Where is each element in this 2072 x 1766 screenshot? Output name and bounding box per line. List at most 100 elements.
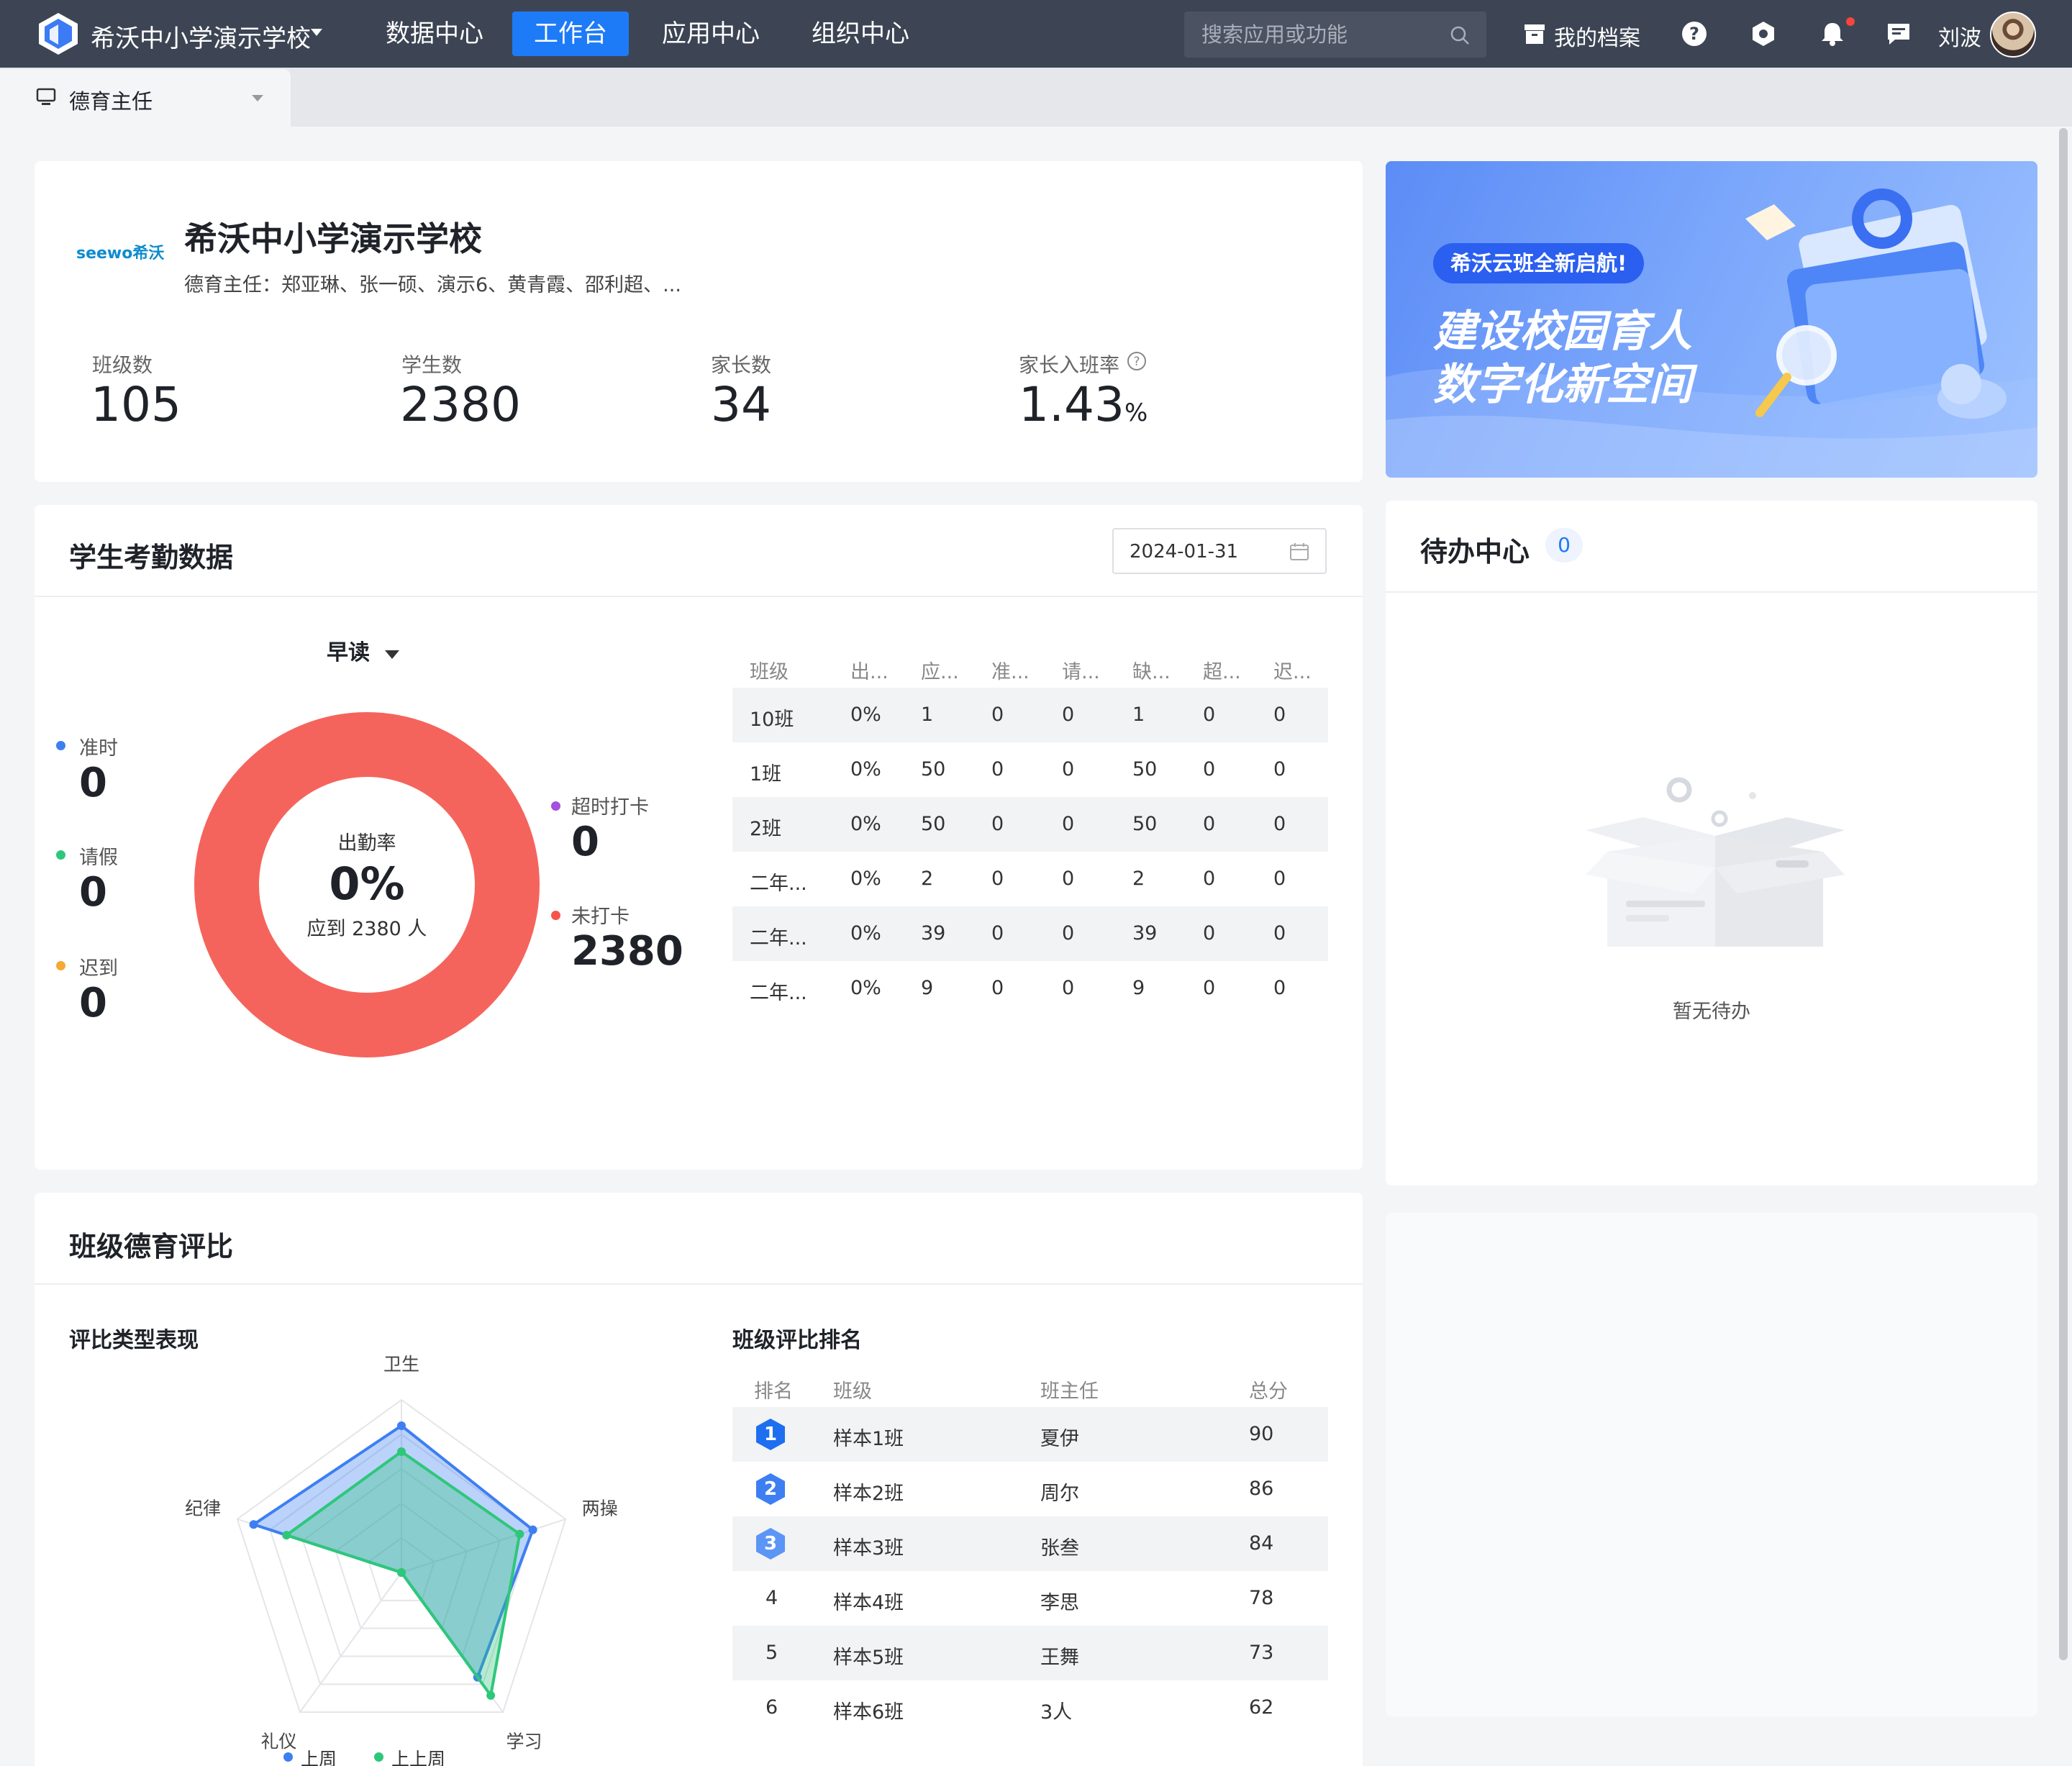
radar-axis-label: 卫生 <box>383 1354 419 1375</box>
table-cell: 0 <box>1203 922 1216 945</box>
table-cell: 0 <box>991 704 1004 726</box>
th-late[interactable]: 迟... <box>1273 656 1312 684</box>
th-attendance-rate[interactable]: 出... <box>850 656 889 684</box>
empty-box-illustration <box>1586 777 1845 947</box>
th-leave[interactable]: 请... <box>1062 656 1100 684</box>
table-cell-class: 2班 <box>750 818 782 840</box>
empty-text: 暂无待办 <box>1673 1001 1750 1023</box>
message-icon[interactable] <box>1885 20 1912 47</box>
rank-number: 6 <box>765 1696 778 1719</box>
svg-text:?: ? <box>1689 24 1699 44</box>
settings-icon[interactable] <box>1750 20 1777 47</box>
nav-org-center[interactable]: 组织中心 <box>790 12 931 56</box>
radar-point <box>397 1568 406 1577</box>
divider <box>35 1283 1363 1285</box>
stat-value-students: 2380 <box>400 377 521 432</box>
divider <box>1386 591 2037 593</box>
staff-list: 德育主任：郑亚琳、张一硕、演示6、黄青霞、邵利超、... <box>184 274 681 296</box>
rank-class: 样本1班 <box>833 1428 904 1450</box>
notification-bell-icon[interactable] <box>1819 20 1846 47</box>
table-cell-class: 二年... <box>750 982 807 1004</box>
table-header: 班级 出... 应... 准... 请... 缺... 超... 迟... <box>732 646 1328 688</box>
radar-axis-label: 学习 <box>506 1731 542 1752</box>
table-cell: 0 <box>1062 922 1075 945</box>
table-cell: 0% <box>850 868 881 890</box>
rank-score: 62 <box>1249 1696 1274 1719</box>
folder-illustration <box>1745 188 2007 419</box>
table-cell: 2 <box>1132 868 1145 890</box>
th-head-teacher: 班主任 <box>1040 1380 1099 1403</box>
ranking-table: 排名 班级 班主任 总分 1 样本1班 夏伊 90 2 样本2班 周尔 86 3 样本3班 张叁 84… <box>732 1362 1328 1766</box>
th-overtime[interactable]: 超... <box>1203 656 1241 684</box>
school-switcher[interactable]: 希沃中小学演示学校 <box>91 19 311 54</box>
monitor-icon <box>36 88 56 105</box>
table-cell: 0% <box>850 813 881 835</box>
search-input[interactable] <box>1201 12 1446 58</box>
banner-headline-2: 数字化新空间 <box>1433 360 1692 410</box>
rank-medal-icon: 2 <box>754 1473 787 1506</box>
nav-data-center[interactable]: 数据中心 <box>364 12 505 56</box>
chevron-down-icon[interactable] <box>252 95 263 101</box>
period-selector[interactable]: 早读 <box>327 634 399 666</box>
legend-label-last-week[interactable]: 上周 <box>301 1745 337 1766</box>
nav-app-center[interactable]: 应用中心 <box>640 12 781 56</box>
app-logo-icon[interactable] <box>36 12 81 56</box>
rank-teacher: 夏伊 <box>1040 1428 1079 1450</box>
date-picker[interactable]: 2024-01-31 <box>1112 528 1327 574</box>
th-expected[interactable]: 应... <box>921 656 959 684</box>
help-circle-icon[interactable]: ? <box>1127 351 1147 371</box>
th-absent[interactable]: 缺... <box>1132 656 1171 684</box>
nav-workbench[interactable]: 工作台 <box>512 12 629 56</box>
table-cell: 0 <box>991 977 1004 999</box>
profile-archive-icon[interactable] <box>1522 22 1547 46</box>
role-label: 德育主任 <box>69 89 153 114</box>
table-cell: 0 <box>1273 868 1286 890</box>
donut-rate: 0% <box>329 857 405 910</box>
table-cell: 0 <box>991 868 1004 890</box>
banner-tag: 希沃云班全新启航! <box>1433 243 1645 283</box>
rank-teacher: 3人 <box>1040 1701 1073 1724</box>
top-bar: 希沃中小学演示学校 数据中心 工作台 应用中心 组织中心 我的档案 ? 刘波 <box>0 0 2072 68</box>
th-class[interactable]: 班级 <box>750 656 789 684</box>
rank-number: 4 <box>765 1587 778 1609</box>
table-row-bg <box>732 906 1328 961</box>
rank-number: 1 <box>763 1424 778 1445</box>
table-cell: 0 <box>1273 704 1286 726</box>
table-cell: 1 <box>1132 704 1145 726</box>
moral-education-card: 班级德育评比 评比类型表现 班级评比排名 卫生 两操 学习 礼仪 纪律 上周 上上周 排… <box>35 1193 1363 1766</box>
chevron-down-icon[interactable] <box>384 650 399 659</box>
table-cell: 0% <box>850 922 881 945</box>
todo-card: 待办中心 0 暂无待办 <box>1386 501 2037 1185</box>
radar-axis-label: 纪律 <box>185 1498 221 1519</box>
rank-class: 样本4班 <box>833 1592 904 1614</box>
chevron-down-icon[interactable] <box>311 29 322 36</box>
period-label: 早读 <box>327 640 370 665</box>
page-scrollbar[interactable] <box>2059 128 2068 1660</box>
table-cell: 0 <box>1062 813 1075 835</box>
my-profile-link[interactable]: 我的档案 <box>1554 20 1640 52</box>
table-cell: 0 <box>991 922 1004 945</box>
rank-score: 73 <box>1249 1642 1274 1664</box>
user-avatar[interactable] <box>1990 12 2036 58</box>
calendar-icon[interactable] <box>1289 542 1309 561</box>
table-cell-class: 1班 <box>750 763 782 786</box>
table-cell: 0 <box>1273 977 1286 999</box>
legend-dot-last-week <box>283 1752 293 1762</box>
th-total-score: 总分 <box>1249 1380 1288 1403</box>
radar-point <box>486 1690 496 1700</box>
table-cell: 0 <box>1273 922 1286 945</box>
legend-label-week-before[interactable]: 上上周 <box>391 1745 445 1766</box>
user-name[interactable]: 刘波 <box>1938 20 1981 52</box>
help-icon[interactable]: ? <box>1681 20 1708 47</box>
table-cell: 0 <box>1273 758 1286 780</box>
legend-label-late: 迟到 <box>79 957 118 980</box>
search-box[interactable] <box>1184 12 1486 58</box>
legend-value-absent: 2380 <box>571 928 683 975</box>
rank-class: 样本3班 <box>833 1537 904 1560</box>
th-ontime[interactable]: 准... <box>991 656 1030 684</box>
table-row-bg <box>732 688 1328 742</box>
promo-banner[interactable]: 希沃云班全新启航! 建设校园育人 数字化新空间 <box>1386 161 2037 478</box>
search-icon[interactable] <box>1449 24 1471 46</box>
rank-teacher: 王舞 <box>1040 1647 1079 1669</box>
role-switcher[interactable]: 德育主任 <box>0 69 291 128</box>
